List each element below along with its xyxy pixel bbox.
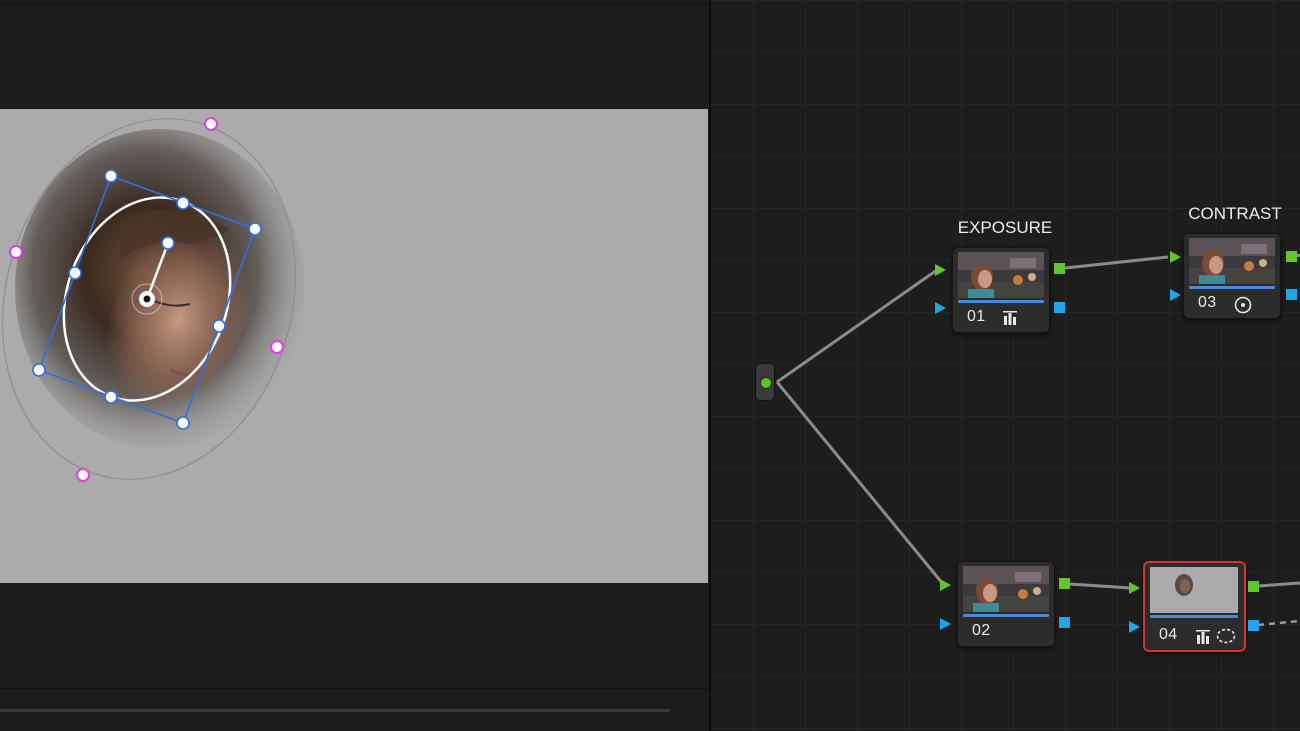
node-03-number: 03	[1198, 294, 1217, 311]
box-handle-top[interactable]	[176, 196, 190, 210]
timeline-scrub-bar[interactable]	[0, 709, 670, 712]
node-03-key-input[interactable]	[1170, 289, 1181, 301]
node-01-number: 01	[967, 308, 986, 325]
node-01-key-input[interactable]	[935, 302, 946, 314]
node-01-progress-bar	[958, 300, 1044, 303]
node-editor[interactable]: EXPOSURE 01 CONTRAST 03 02 04	[711, 0, 1300, 731]
wire-04-out	[1257, 581, 1300, 588]
face-matte-image	[15, 129, 305, 449]
node-04-rgb-output[interactable]	[1248, 581, 1259, 592]
wire-01-to-03	[1064, 255, 1169, 270]
node-04-key-output[interactable]	[1248, 620, 1259, 631]
bars-icon	[1196, 629, 1210, 648]
node-03-rgb-input[interactable]	[1170, 251, 1181, 263]
node-04-rgb-input[interactable]	[1129, 582, 1140, 594]
source-input-node[interactable]	[755, 363, 775, 401]
node-01-rgb-output[interactable]	[1054, 263, 1065, 274]
node-02[interactable]: 02	[957, 561, 1055, 647]
node-01-key-output[interactable]	[1054, 302, 1065, 313]
power-window-overlay	[1, 117, 305, 482]
wire-source-to-02	[775, 381, 945, 585]
node-02-rgb-input[interactable]	[940, 579, 951, 591]
softness-handle-bottom[interactable]	[76, 468, 90, 482]
node-04-progress-bar	[1150, 615, 1238, 618]
wire-02-to-04	[1069, 582, 1132, 590]
node-03[interactable]: 03	[1183, 233, 1281, 319]
timeline-separator	[0, 688, 709, 689]
softness-handle-right[interactable]	[270, 340, 284, 354]
node-01-thumbnail	[958, 252, 1044, 298]
node-01-label: EXPOSURE	[957, 218, 1053, 237]
node-04-number: 04	[1159, 626, 1178, 643]
node-04-thumbnail	[1150, 567, 1238, 613]
node-02-key-input[interactable]	[940, 618, 951, 630]
wire-04-key-out	[1257, 619, 1300, 627]
node-02-rgb-output[interactable]	[1059, 578, 1070, 589]
node-03-thumbnail	[1189, 238, 1275, 284]
box-handle-left[interactable]	[68, 266, 82, 280]
source-output-port[interactable]	[760, 377, 772, 389]
box-handle-bottom-left[interactable]	[32, 363, 46, 377]
node-01[interactable]: 01	[952, 247, 1050, 333]
softness-handle-left[interactable]	[9, 245, 23, 259]
window-rotation-handle[interactable]	[161, 236, 175, 250]
viewer-panel	[0, 0, 709, 731]
node-03-key-output[interactable]	[1286, 289, 1297, 300]
softness-handle-top[interactable]	[204, 117, 218, 131]
viewer-frame[interactable]	[0, 109, 708, 583]
node-01-rgb-input[interactable]	[935, 264, 946, 276]
bars-icon	[1003, 310, 1017, 329]
node-02-progress-bar	[963, 614, 1049, 617]
wire-source-to-01	[776, 268, 938, 384]
node-04-key-input[interactable]	[1129, 621, 1140, 633]
viewer-top-border	[0, 4, 709, 5]
box-handle-bottom-right[interactable]	[176, 416, 190, 430]
node-02-number: 02	[972, 622, 991, 639]
box-handle-top-left[interactable]	[104, 169, 118, 183]
node-03-label: CONTRAST	[1188, 204, 1282, 223]
dashed-circle-icon	[1216, 628, 1236, 648]
node-02-thumbnail	[963, 566, 1049, 612]
box-handle-bottom[interactable]	[104, 390, 118, 404]
box-handle-right[interactable]	[212, 319, 226, 333]
circle-dot-icon	[1234, 296, 1252, 318]
node-03-rgb-output[interactable]	[1286, 251, 1297, 262]
box-handle-top-right[interactable]	[248, 222, 262, 236]
node-03-progress-bar	[1189, 286, 1275, 289]
node-02-key-output[interactable]	[1059, 617, 1070, 628]
node-04[interactable]: 04	[1143, 561, 1246, 652]
